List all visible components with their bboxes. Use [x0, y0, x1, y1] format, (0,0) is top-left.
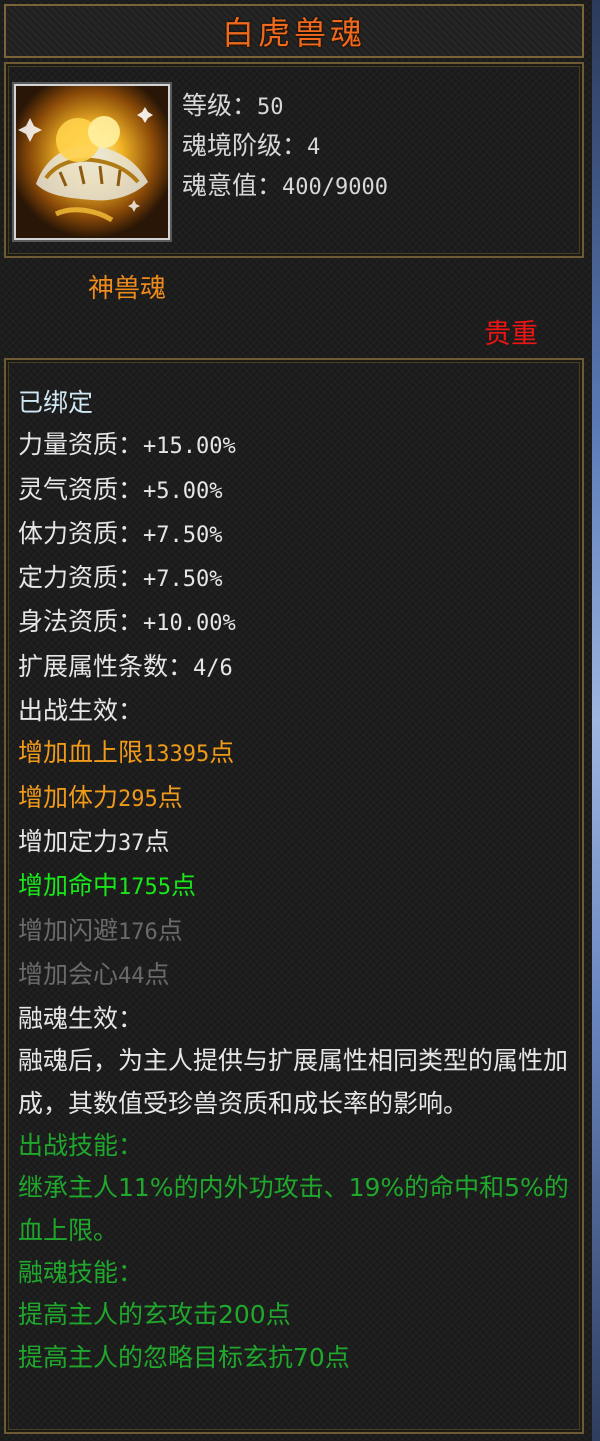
- realm-line: 魂境阶级：4: [182, 126, 320, 162]
- battle-effect-label: 出战生效：: [18, 696, 144, 726]
- fusion-skill-row: 提高主人的忽略目标玄抗70点: [18, 1342, 350, 1372]
- realm-value: 4: [307, 135, 321, 160]
- bonus-row: 增加血上限13395点: [18, 738, 235, 768]
- aptitude-row: 身法资质：+10.00%: [18, 607, 236, 637]
- bonus-row: 增加闪避176点: [18, 915, 183, 945]
- soul-label: 魂意值：: [182, 171, 283, 200]
- item-category: 神兽魂: [88, 274, 167, 304]
- item-tooltip: 白虎兽魂 等级：50 魂境阶级：4 魂意值：400/9000 神兽魂 贵重 已绑…: [0, 0, 592, 1441]
- aptitude-row: 定力资质：+7.50%: [18, 563, 223, 593]
- background-strip: [592, 0, 600, 1441]
- level-label: 等级：: [182, 91, 258, 120]
- battle-skill-label: 出战技能：: [18, 1131, 144, 1161]
- bound-status: 已绑定: [18, 388, 94, 417]
- bonus-row: 增加体力295点: [18, 782, 183, 812]
- bonus-row: 增加定力37点: [18, 826, 170, 856]
- aptitude-row: 灵气资质：+5.00%: [18, 474, 223, 504]
- battle-skill-desc: 继承主人11%的内外功攻击、19%的命中和5%的血上限。: [18, 1173, 569, 1245]
- white-tiger-soul-icon[interactable]: [14, 84, 170, 240]
- soul-value: 400/9000: [282, 175, 388, 200]
- tiger-soul-art: [16, 86, 168, 238]
- aptitude-row: 力量资质：+15.00%: [18, 430, 236, 460]
- soul-value-line: 魂意值：400/9000: [182, 166, 388, 202]
- item-description: 已绑定 力量资质：+15.00% 灵气资质：+5.00% 体力资质：+7.50%…: [18, 382, 574, 1379]
- realm-label: 魂境阶级：: [182, 131, 308, 160]
- fusion-effect-label: 融魂生效：: [18, 1004, 144, 1034]
- fusion-description: 融魂后，为主人提供与扩展属性相同类型的属性加成，其数值受珍兽资质和成长率的影响。: [18, 1046, 569, 1118]
- item-rarity: 贵重: [484, 319, 538, 350]
- aptitude-row: 体力资质：+7.50%: [18, 518, 223, 548]
- level-value: 50: [257, 95, 284, 120]
- extend-count: 扩展属性条数：4/6: [18, 651, 233, 681]
- title-bar: 白虎兽魂: [4, 4, 584, 58]
- bonus-row: 增加命中1755点: [18, 871, 197, 901]
- bonus-row: 增加会心44点: [18, 959, 170, 989]
- item-title: 白虎兽魂: [221, 14, 366, 52]
- fusion-skill-row: 提高主人的玄攻击200点: [18, 1300, 291, 1330]
- level-line: 等级：50: [182, 86, 284, 122]
- fusion-skill-label: 融魂技能：: [18, 1257, 144, 1287]
